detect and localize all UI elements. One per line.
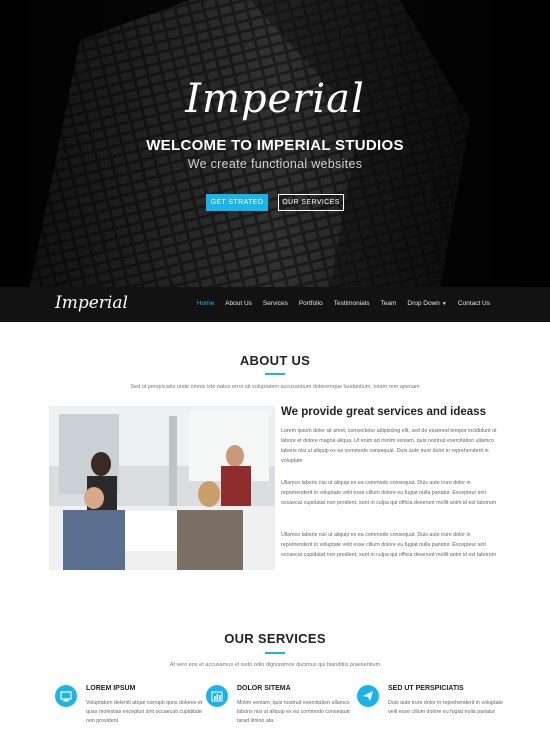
nav-logo[interactable]: Imperial [55, 293, 128, 313]
nav-item-contact-us[interactable]: Contact Us [458, 300, 490, 307]
about-paragraph-3: Ullamco laboris nisi ut aliquip ex ea co… [281, 532, 497, 558]
service-text: Minim veniam, quis nostrud exercitation … [237, 700, 350, 724]
services-title-divider [265, 652, 285, 654]
about-title: ABOUT US [239, 353, 311, 368]
about-description: Sed ut perspiciatis unde omnis iste natu… [130, 384, 420, 390]
nav-item-portfolio[interactable]: Portfolio [299, 300, 323, 307]
about-heading: We provide great services and ideass [281, 406, 486, 418]
get-started-button[interactable]: GET STRATED [206, 194, 268, 211]
team-meeting-photo [49, 406, 275, 570]
services-title: OUR SERVICES [224, 631, 326, 646]
about-title-divider [265, 373, 285, 375]
service-title: SED UT PERSPICIATIS [388, 685, 464, 692]
nav-item-about-us[interactable]: About Us [225, 300, 252, 307]
our-services-button[interactable]: OUR SERVICES [278, 194, 344, 211]
service-title: LOREM IPSUM [86, 685, 136, 692]
monitor-icon [55, 685, 77, 707]
nav-item-home[interactable]: Home [197, 300, 214, 307]
nav-item-services[interactable]: Services [263, 300, 288, 307]
nav-item-testimonials[interactable]: Testimonials [334, 300, 370, 307]
about-paragraph-1: Lorem ipsum dolor sit amet, consectetur … [281, 428, 497, 464]
hero-title: WELCOME TO IMPERIAL STUDIOS [146, 137, 404, 154]
services-description: At vero eos et accusamus et iusto odio d… [169, 662, 381, 668]
hero-subtitle: We create functional websites [187, 157, 363, 171]
hero-banner: Imperial WELCOME TO IMPERIAL STUDIOS We … [0, 0, 550, 287]
nav-menu: Home About Us Services Portfolio Testimo… [197, 300, 490, 307]
nav-item-drop-down-label: Drop Down [407, 300, 440, 307]
nav-item-drop-down[interactable]: Drop Down ▼ [407, 300, 446, 307]
service-text: Duis aute irure dolor in reprehenderit i… [388, 700, 503, 715]
about-paragraph-2: Ullamco laboris nisi ut aliquip ex ea co… [281, 480, 497, 506]
service-title: DOLOR SITEMA [237, 685, 291, 692]
service-text: Voluptatum deleniti atque corrupti quos … [86, 700, 203, 724]
nav-item-team[interactable]: Team [380, 300, 396, 307]
main-navbar: Imperial Home About Us Services Portfoli… [0, 287, 550, 322]
paper-plane-icon [357, 685, 379, 707]
bar-chart-icon [206, 685, 228, 707]
hero-logo: Imperial [185, 76, 365, 122]
chevron-down-icon: ▼ [441, 301, 447, 307]
